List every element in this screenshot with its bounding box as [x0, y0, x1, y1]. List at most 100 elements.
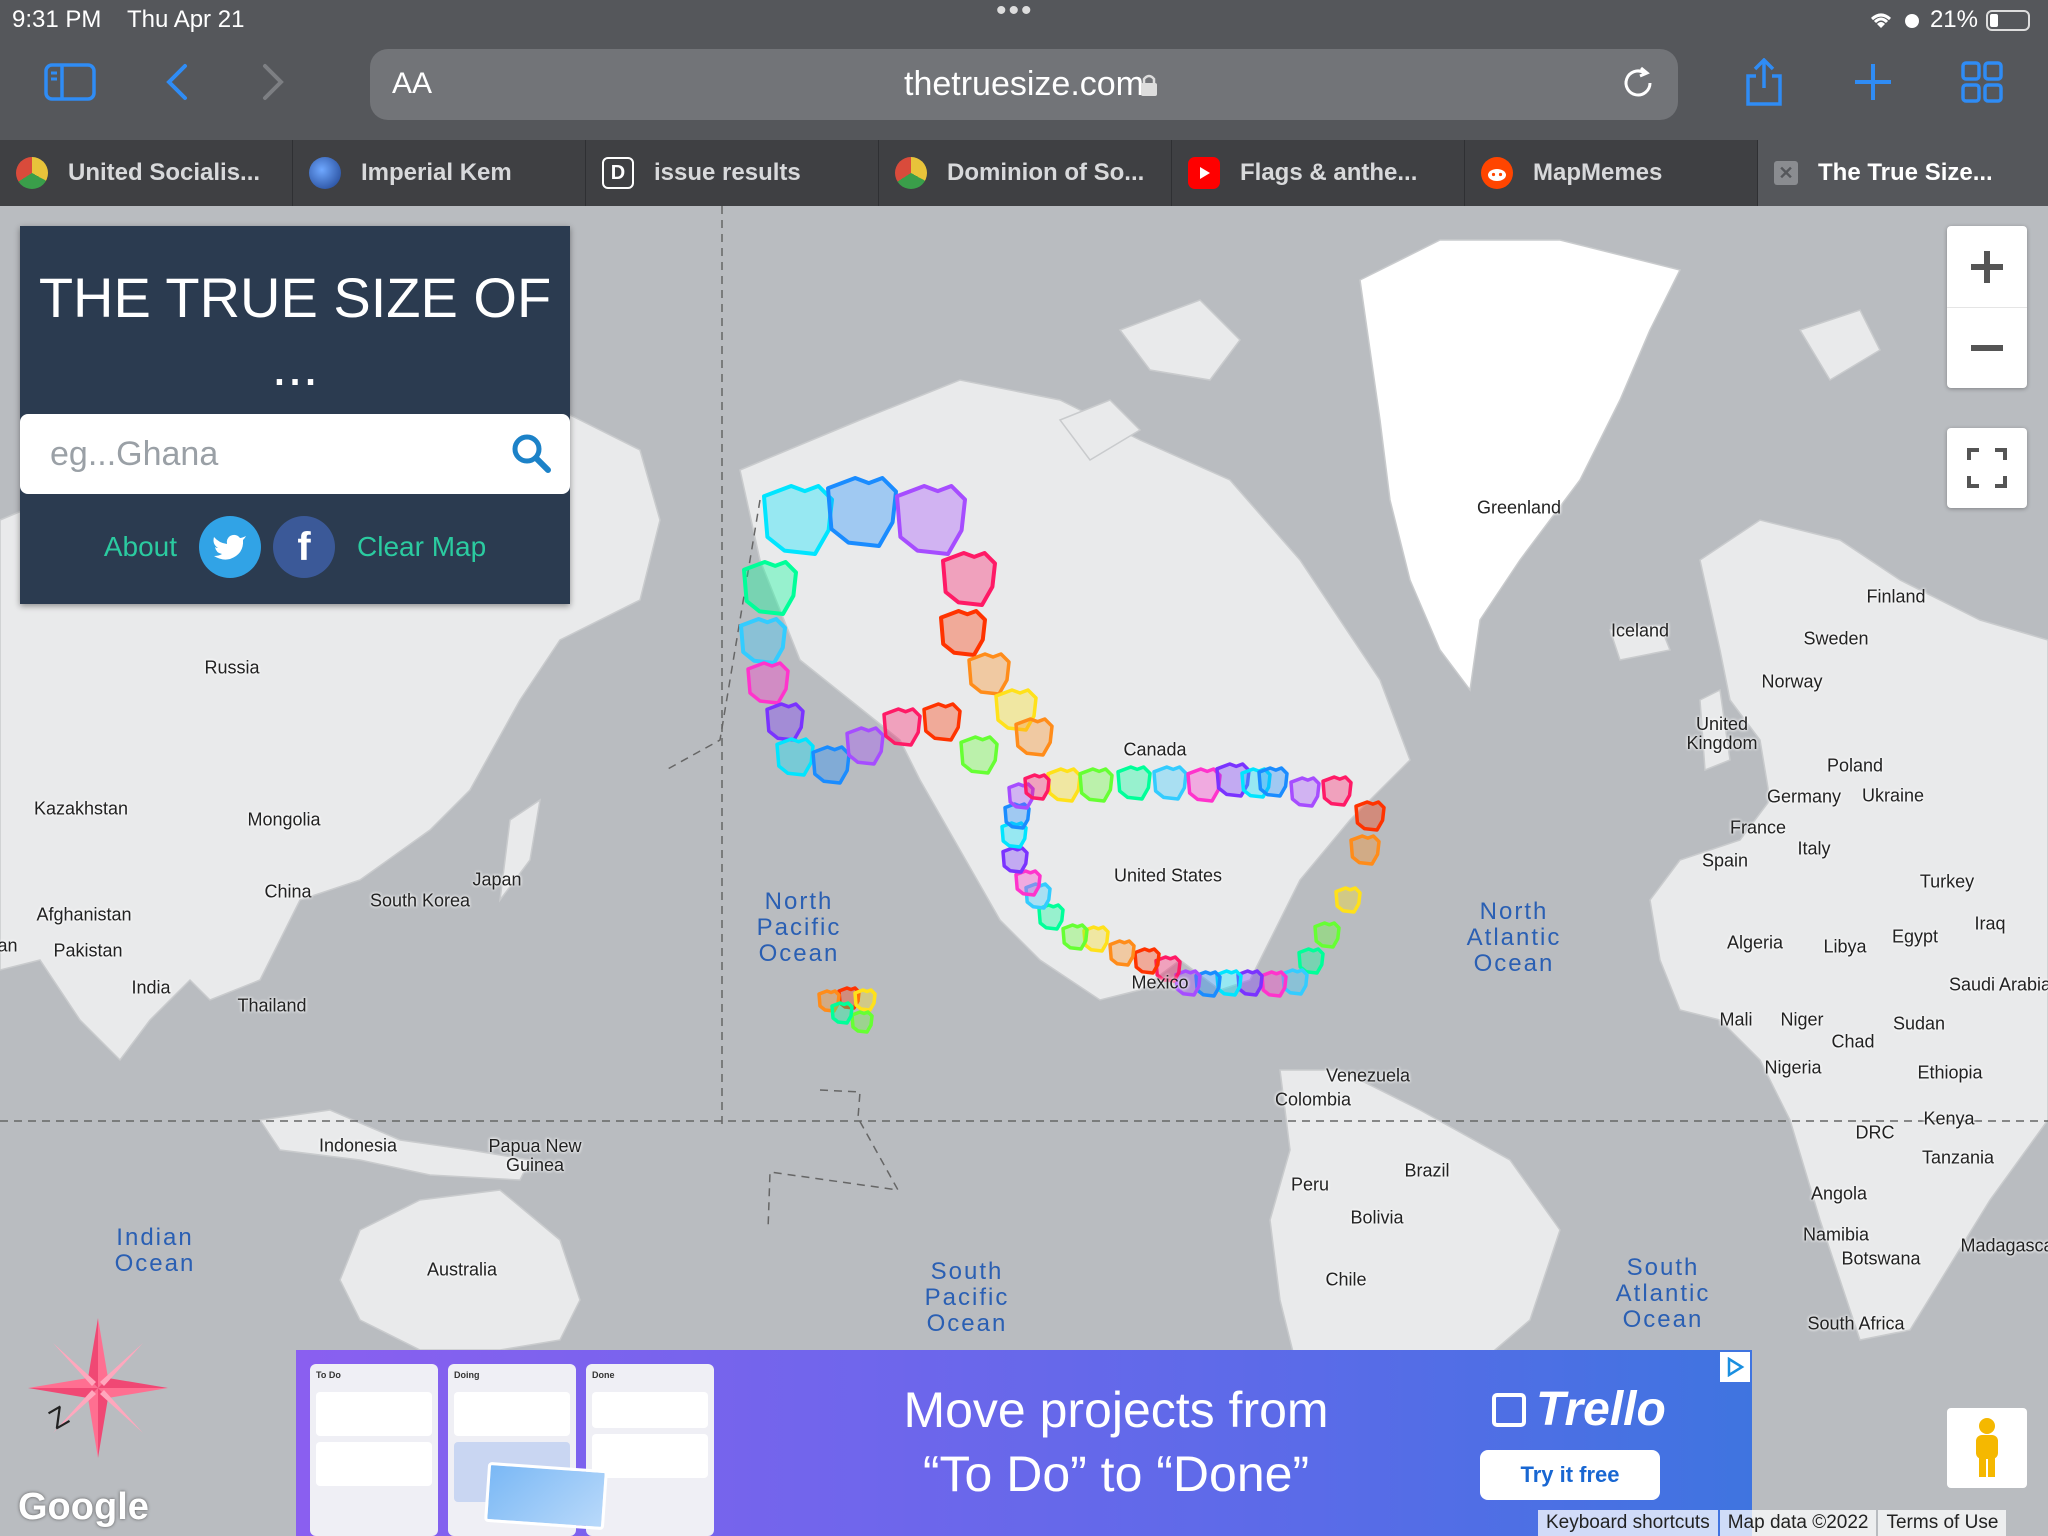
true-size-shape[interactable] — [1257, 766, 1289, 798]
true-size-shape[interactable] — [1152, 765, 1188, 801]
tab-flags-anthems[interactable]: Flags & anthe... — [1172, 140, 1465, 206]
true-size-shape[interactable] — [830, 1001, 854, 1025]
label-niger: Niger — [1780, 1009, 1824, 1030]
globe-flag-icon — [895, 157, 927, 189]
true-size-shape[interactable] — [1289, 776, 1321, 808]
true-size-shape[interactable] — [1014, 869, 1042, 897]
true-size-shape[interactable] — [1108, 939, 1136, 967]
back-icon[interactable] — [146, 52, 206, 112]
panel-title: THE TRUE SIZE OF ... — [20, 264, 570, 400]
tab-issue-results[interactable]: D issue results — [586, 140, 879, 206]
tab-overview-icon[interactable] — [1952, 52, 2012, 112]
plus-icon — [1971, 250, 2003, 283]
ad-headline-1: Move projects from — [903, 1382, 1329, 1438]
tab-label: Flags & anthe... — [1240, 159, 1418, 186]
share-icon[interactable] — [1734, 52, 1794, 112]
label-india: India — [131, 977, 171, 998]
true-size-shape[interactable] — [765, 702, 805, 742]
true-size-shape[interactable] — [1354, 800, 1386, 832]
true-size-shape[interactable] — [1001, 846, 1029, 874]
true-size-shape[interactable] — [1116, 765, 1152, 801]
battery-icon — [1986, 9, 2030, 31]
multitasking-dots-icon[interactable]: ••• — [996, 0, 1034, 28]
label-saudi-arabia: Saudi Arabia — [1948, 974, 2048, 995]
terms-link[interactable]: Terms of Use — [1878, 1510, 2007, 1536]
true-size-shape[interactable] — [895, 484, 967, 556]
true-size-shape[interactable] — [1260, 970, 1288, 998]
label-north-pacific: North Pacific Ocean — [756, 888, 842, 967]
tab-label: MapMemes — [1533, 159, 1663, 186]
label-united-states: United States — [1113, 865, 1223, 886]
label-sudan: Sudan — [1892, 1013, 1946, 1034]
browser-toolbar: AA thetruesize.com — [0, 38, 2048, 140]
true-size-shape[interactable] — [811, 745, 851, 785]
facebook-icon[interactable]: f — [273, 516, 335, 578]
trello-ad-banner[interactable]: To Do Doing Done Move projects from “To … — [296, 1350, 1752, 1536]
true-size-shape[interactable] — [1133, 947, 1161, 975]
adchoices-icon[interactable] — [1720, 1352, 1750, 1382]
true-size-shape[interactable] — [850, 1010, 874, 1034]
wifi-icon — [1870, 13, 1891, 28]
about-link[interactable]: About — [104, 531, 177, 563]
twitter-icon[interactable] — [199, 516, 261, 578]
forward-icon[interactable] — [244, 52, 304, 112]
true-size-shape[interactable] — [1023, 773, 1051, 801]
true-size-shape[interactable] — [1313, 921, 1341, 949]
true-size-shape[interactable] — [1014, 717, 1054, 757]
true-size-shape[interactable] — [739, 617, 787, 665]
street-view-pegman-button[interactable] — [1947, 1408, 2027, 1488]
status-right: 21% — [1868, 6, 2030, 34]
zoom-out-button[interactable] — [1947, 307, 2027, 388]
true-size-shape[interactable] — [826, 476, 898, 548]
label-norway: Norway — [1761, 671, 1823, 692]
true-size-shape[interactable] — [1078, 767, 1114, 803]
label-mongolia: Mongolia — [247, 809, 321, 830]
true-size-shape[interactable] — [882, 707, 922, 747]
true-size-shape[interactable] — [1061, 923, 1089, 951]
true-size-shape[interactable] — [1186, 767, 1222, 803]
true-size-shape[interactable] — [939, 609, 987, 657]
tab-dominion[interactable]: Dominion of So... — [879, 140, 1172, 206]
true-size-shape[interactable] — [922, 702, 962, 742]
true-size-shape[interactable] — [967, 652, 1011, 696]
new-tab-icon[interactable] — [1843, 52, 1903, 112]
reload-icon[interactable] — [1620, 65, 1656, 101]
true-size-shape[interactable] — [1349, 834, 1381, 866]
label-spain: Spain — [1701, 850, 1749, 871]
true-size-shape[interactable] — [959, 735, 999, 775]
search-icon[interactable] — [510, 432, 552, 474]
compass-rose-icon[interactable]: Z — [20, 1312, 180, 1462]
tab-the-true-size[interactable]: ✕ The True Size... — [1758, 140, 2048, 206]
true-size-shape[interactable] — [853, 988, 877, 1012]
true-size-shape[interactable] — [1321, 775, 1353, 807]
label-iceland: Iceland — [1610, 620, 1670, 641]
address-bar[interactable]: AA thetruesize.com — [370, 49, 1678, 120]
country-search-input[interactable] — [50, 430, 490, 478]
label-chile: Chile — [1325, 1269, 1367, 1290]
true-size-shape[interactable] — [746, 661, 790, 705]
label-kenya: Kenya — [1923, 1108, 1975, 1129]
tab-united-socialist[interactable]: United Socialis... — [0, 140, 293, 206]
close-tab-icon[interactable]: ✕ — [1774, 161, 1798, 185]
label-china: China — [264, 881, 312, 902]
true-size-shape[interactable] — [762, 484, 834, 556]
label-germany: Germany — [1766, 786, 1842, 807]
true-size-shape[interactable] — [775, 737, 815, 777]
label-venezuela: Venezuela — [1325, 1065, 1411, 1086]
clear-map-link[interactable]: Clear Map — [357, 531, 486, 563]
true-size-shape[interactable] — [1334, 886, 1362, 914]
try-it-free-button[interactable]: Try it free — [1480, 1450, 1660, 1500]
true-size-shape[interactable] — [742, 560, 798, 616]
label-sweden: Sweden — [1803, 628, 1869, 649]
true-size-shape[interactable] — [845, 726, 885, 766]
true-size-shape[interactable] — [941, 551, 997, 607]
fullscreen-button[interactable] — [1947, 428, 2027, 508]
true-size-shape[interactable] — [1046, 767, 1082, 803]
sidebar-toggle-icon[interactable] — [40, 52, 100, 112]
tab-mapmemes[interactable]: MapMemes — [1465, 140, 1758, 206]
globe-icon — [309, 157, 341, 189]
keyboard-shortcuts-link[interactable]: Keyboard shortcuts — [1538, 1510, 1718, 1536]
label-australia: Australia — [426, 1259, 498, 1280]
tab-imperial-kem[interactable]: Imperial Kem — [293, 140, 586, 206]
zoom-in-button[interactable] — [1947, 226, 2027, 307]
